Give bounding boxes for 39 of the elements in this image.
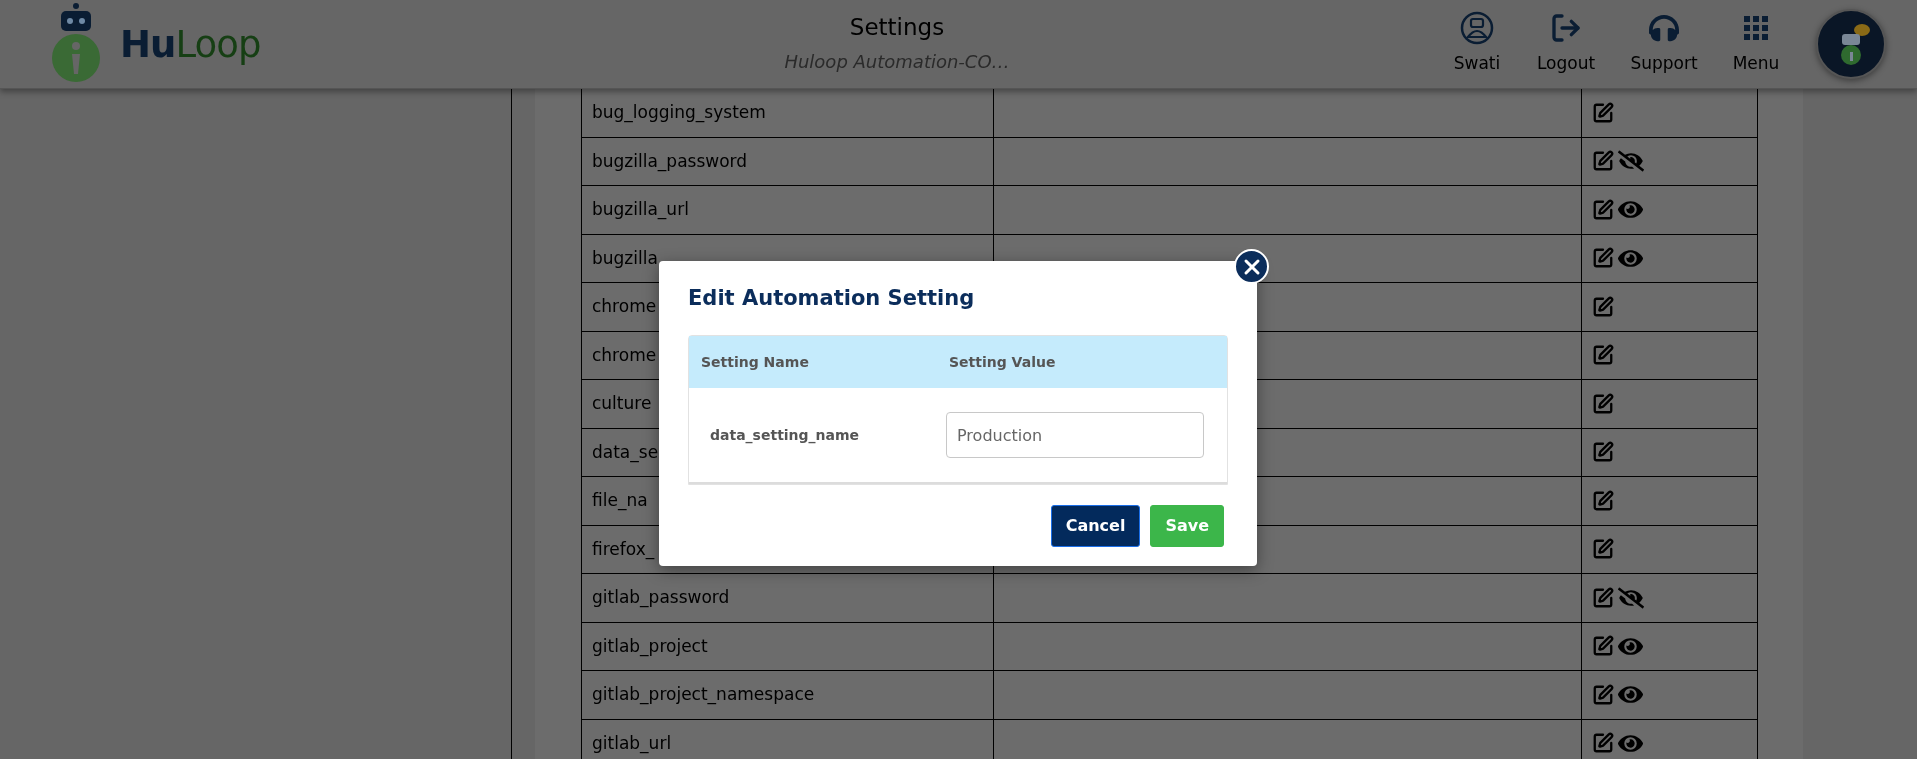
nav-button[interactable]: Logout: [1522, 11, 1610, 77]
setting-name-cell: gitlab_password: [582, 574, 994, 622]
nav-button[interactable]: Support: [1610, 11, 1718, 77]
edit-icon[interactable]: [1592, 247, 1614, 270]
edit-icon[interactable]: [1592, 392, 1614, 415]
setting-name-label: data_setting_name: [709, 425, 861, 446]
nav-button[interactable]: Menu: [1718, 11, 1794, 77]
edit-icon[interactable]: [1592, 150, 1614, 173]
assistant-avatar[interactable]: [1816, 9, 1886, 79]
dialog-button[interactable]: Save: [1150, 505, 1224, 548]
headphones-icon: [1649, 13, 1679, 44]
logout-icon: [1550, 12, 1582, 45]
setting-name-cell: gitlab_url: [582, 719, 994, 759]
edit-icon[interactable]: [1592, 683, 1614, 706]
grid-menu-icon: [1744, 16, 1768, 41]
page-subtitle: Huloop Automation-CO…: [784, 49, 1010, 74]
robot-user-icon: [1460, 11, 1494, 46]
edit-icon[interactable]: [1592, 344, 1614, 367]
page-title: Settings: [849, 13, 945, 42]
edit-icon[interactable]: [1592, 441, 1614, 464]
setting-name-cell: gitlab_project: [582, 622, 994, 670]
edit-icon[interactable]: [1592, 198, 1614, 221]
edit-icon[interactable]: [1592, 732, 1614, 755]
setting-value-field[interactable]: Production: [946, 412, 1204, 459]
edit-icon[interactable]: [1592, 586, 1614, 609]
setting-name-cell: gitlab_project_namespace: [582, 671, 994, 719]
setting-name-cell: bug_logging_system: [582, 89, 994, 137]
edit-icon[interactable]: [1592, 635, 1614, 658]
edit-icon[interactable]: [1592, 538, 1614, 561]
edit-icon[interactable]: [1592, 101, 1614, 124]
dialog-button[interactable]: Cancel: [1050, 505, 1141, 548]
logo-text: HuLoop: [120, 25, 261, 63]
dialog-title: Edit Automation Setting: [688, 285, 976, 312]
setting-name-cell: bugzilla_url: [582, 186, 994, 234]
column-header: Setting Name: [701, 352, 810, 372]
nav-button[interactable]: Swati: [1432, 11, 1522, 77]
edit-icon[interactable]: [1592, 489, 1614, 512]
edit-icon[interactable]: [1592, 295, 1614, 318]
setting-name-cell: bugzilla_password: [582, 137, 994, 185]
